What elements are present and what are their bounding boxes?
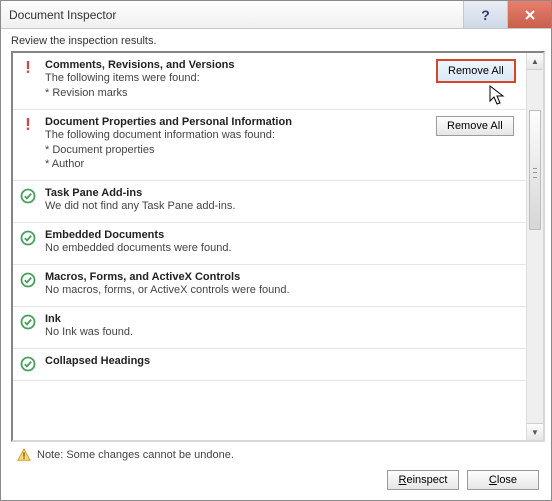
section-content: Embedded DocumentsNo embedded documents … <box>45 229 428 256</box>
section-content: Task Pane Add-insWe did not find any Tas… <box>45 187 428 214</box>
scroll-thumb[interactable] <box>529 110 541 230</box>
alert-icon <box>17 448 31 462</box>
section-title: Comments, Revisions, and Versions <box>45 59 428 71</box>
warning-icon <box>19 116 37 131</box>
result-section: Document Properties and Personal Informa… <box>13 110 526 182</box>
footer: Reinspect Close <box>1 464 551 500</box>
note-row: Note: Some changes cannot be undone. <box>1 444 551 464</box>
section-title: Ink <box>45 313 428 325</box>
section-detail: * Author <box>45 157 428 172</box>
close-dialog-button[interactable]: Close <box>467 470 539 490</box>
scroll-track[interactable] <box>527 70 543 423</box>
section-detail: No macros, forms, or ActiveX controls we… <box>45 283 428 298</box>
checkmark-icon <box>19 187 37 204</box>
dialog-window: Document Inspector ? Review the inspecti… <box>0 0 552 501</box>
section-action: Remove All <box>436 59 520 83</box>
section-detail: No embedded documents were found. <box>45 241 428 256</box>
section-content: Comments, Revisions, and VersionsThe fol… <box>45 59 428 101</box>
remove-all-button[interactable]: Remove All <box>436 116 514 136</box>
section-content: Document Properties and Personal Informa… <box>45 116 428 173</box>
titlebar: Document Inspector ? <box>1 1 551 29</box>
warning-icon <box>19 59 37 74</box>
reinspect-button[interactable]: Reinspect <box>387 470 459 490</box>
close-icon <box>524 9 536 21</box>
result-section: InkNo Ink was found. <box>13 307 526 349</box>
checkmark-icon <box>19 229 37 246</box>
note-text: Note: Some changes cannot be undone. <box>37 449 234 461</box>
section-action: Remove All <box>436 116 520 136</box>
vertical-scrollbar[interactable]: ▲ ▼ <box>526 53 543 440</box>
scroll-down-button[interactable]: ▼ <box>527 423 543 440</box>
result-section: Embedded DocumentsNo embedded documents … <box>13 223 526 265</box>
close-button[interactable] <box>507 1 551 28</box>
scroll-up-button[interactable]: ▲ <box>527 53 543 70</box>
remove-all-button[interactable]: Remove All <box>436 59 516 83</box>
section-detail: No Ink was found. <box>45 325 428 340</box>
section-content: InkNo Ink was found. <box>45 313 428 340</box>
section-title: Task Pane Add-ins <box>45 187 428 199</box>
result-section: Collapsed Headings <box>13 349 526 381</box>
checkmark-icon <box>19 271 37 288</box>
result-section: Macros, Forms, and ActiveX ControlsNo ma… <box>13 265 526 307</box>
section-title: Macros, Forms, and ActiveX Controls <box>45 271 428 283</box>
section-detail: The following items were found: <box>45 71 428 86</box>
result-section: Task Pane Add-insWe did not find any Tas… <box>13 181 526 223</box>
section-detail: We did not find any Task Pane add-ins. <box>45 199 428 214</box>
checkmark-icon <box>19 355 37 372</box>
help-button[interactable]: ? <box>463 1 507 28</box>
section-detail: The following document information was f… <box>45 128 428 143</box>
body: Comments, Revisions, and VersionsThe fol… <box>1 49 551 444</box>
checkmark-icon <box>19 313 37 330</box>
results-panel: Comments, Revisions, and VersionsThe fol… <box>11 51 545 442</box>
subtitle: Review the inspection results. <box>1 29 551 49</box>
section-title: Document Properties and Personal Informa… <box>45 116 428 128</box>
section-content: Macros, Forms, and ActiveX ControlsNo ma… <box>45 271 428 298</box>
result-section: Comments, Revisions, and VersionsThe fol… <box>13 53 526 110</box>
section-content: Collapsed Headings <box>45 355 428 367</box>
section-title: Embedded Documents <box>45 229 428 241</box>
section-detail: * Revision marks <box>45 86 428 101</box>
window-title: Document Inspector <box>1 8 463 22</box>
section-title: Collapsed Headings <box>45 355 428 367</box>
results-list: Comments, Revisions, and VersionsThe fol… <box>13 53 526 440</box>
section-detail: * Document properties <box>45 143 428 158</box>
